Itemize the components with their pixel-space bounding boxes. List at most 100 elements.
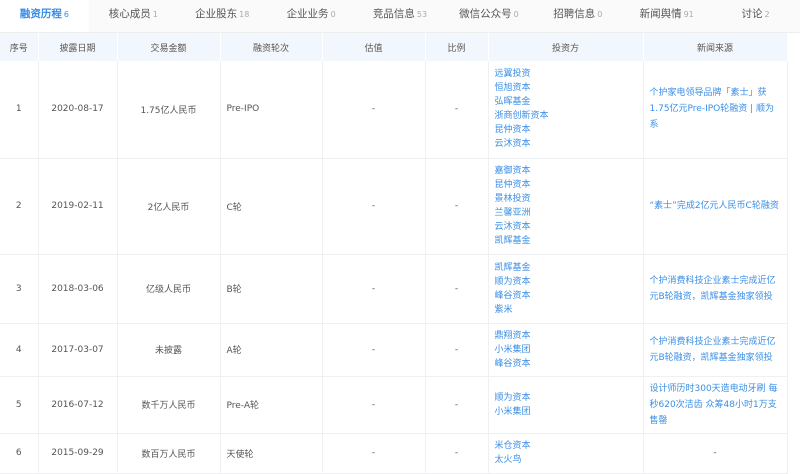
tab-label: 讨论	[741, 8, 763, 20]
investor-link[interactable]: 兰馨亚洲	[495, 206, 637, 220]
investor-link[interactable]: 太火鸟	[495, 453, 637, 467]
column-header: 新闻来源	[643, 33, 788, 61]
tab-label: 融资历程	[19, 8, 62, 20]
investor-link[interactable]: 小米集团	[495, 405, 637, 419]
news-source: “素士”完成2亿元人民币C轮融资	[643, 158, 788, 255]
investor-link[interactable]: 昆仲资本	[495, 123, 637, 137]
disclosure-date: 2019-02-11	[38, 158, 118, 255]
news-source: 设计师历时300天造电动牙刷 每秒620次洁齿 众筹48小时1万支售罄	[643, 376, 788, 434]
investor-link[interactable]: 米仓资本	[495, 439, 637, 453]
funding-round: 天使轮	[220, 433, 323, 474]
ratio: -	[425, 433, 489, 474]
news-source: 个护家电领导品牌「素士」获1.75亿元Pre-IPO轮融资 | 顺为系	[643, 61, 788, 159]
column-header: 融资轮次	[220, 33, 323, 61]
table-row: 2 2019-02-11 2亿人民币 C轮 - - 嘉御资本 昆仲资本 景林投资 兰馨…	[0, 158, 788, 255]
investors-cell: 嘉御资本 昆仲资本 景林投资 兰馨亚洲 云沐资本 凯辉基金	[488, 158, 644, 255]
funding-round: Pre-IPO	[220, 61, 323, 159]
tab-count: 18	[239, 10, 250, 19]
table-row: 5 2016-07-12 数千万人民币 Pre-A轮 - - 顺为资本 小米集团 …	[0, 376, 788, 434]
valuation: -	[322, 323, 426, 377]
table-row: 6 2015-09-29 数百万人民币 天使轮 - - 米仓资本 太火鸟 -	[0, 433, 788, 474]
investors-cell: 顺为资本 小米集团	[488, 376, 644, 434]
tab-2[interactable]: 核心成员 1	[89, 0, 178, 32]
row-number: 1	[0, 61, 39, 159]
valuation: -	[322, 61, 426, 159]
valuation: -	[322, 376, 426, 434]
row-number: 6	[0, 433, 39, 474]
investor-link[interactable]: 顺为资本	[495, 275, 637, 289]
table-row: 4 2017-03-07 未披露 A轮 - - 鼎翔资本 小米集团 峰谷资本 个护消…	[0, 323, 788, 377]
tab-8[interactable]: 新闻舆情 91	[622, 0, 711, 32]
investor-link[interactable]: 昆仲资本	[495, 178, 637, 192]
tab-count: 91	[683, 10, 694, 19]
row-number: 4	[0, 323, 39, 377]
news-link[interactable]: 设计师历时300天造电动牙刷 每秒620次洁齿 众筹48小时1万支售罄	[650, 384, 778, 426]
deal-amount: 数千万人民币	[117, 376, 221, 434]
investor-link[interactable]: 紫米	[495, 303, 637, 317]
row-number: 3	[0, 254, 39, 324]
news-source: 个护消费科技企业素士完成近亿元B轮融资，凯辉基金独家领投	[643, 323, 788, 377]
funding-round: B轮	[220, 254, 323, 324]
investor-link[interactable]: 景林投资	[495, 192, 637, 206]
tab-count: 53	[416, 10, 428, 19]
investor-link[interactable]: 恒旭资本	[495, 81, 637, 95]
investor-link[interactable]: 峰谷资本	[495, 289, 637, 303]
news-link[interactable]: 个护消费科技企业素士完成近亿元B轮融资，凯辉基金独家领投	[650, 337, 776, 363]
tab-5[interactable]: 竞品信息 53	[356, 0, 445, 32]
investor-link[interactable]: 远翼投资	[495, 67, 637, 81]
tab-4[interactable]: 企业业务 0	[267, 0, 356, 32]
tab-count: 0	[597, 10, 603, 19]
investor-link[interactable]: 云沐资本	[495, 137, 637, 151]
deal-amount: 数百万人民币	[117, 433, 221, 474]
investor-link[interactable]: 嘉御资本	[495, 164, 637, 178]
investor-link[interactable]: 峰谷资本	[495, 357, 637, 371]
valuation: -	[322, 433, 426, 474]
tab-7[interactable]: 招聘信息 0	[533, 0, 622, 32]
tab-label: 企业股东	[195, 8, 238, 20]
investors-cell: 米仓资本 太火鸟	[488, 433, 644, 474]
deal-amount: 亿级人民币	[117, 254, 221, 324]
valuation: -	[322, 254, 426, 324]
investors-cell: 鼎翔资本 小米集团 峰谷资本	[488, 323, 644, 377]
funding-round: Pre-A轮	[220, 376, 323, 434]
tab-label: 新闻舆情	[639, 8, 682, 20]
investor-link[interactable]: 弘晖基金	[495, 95, 637, 109]
tab-count: 0	[513, 10, 519, 19]
tab-label: 微信公众号	[459, 8, 512, 20]
news-link[interactable]: “素士”完成2亿元人民币C轮融资	[650, 201, 779, 211]
column-header: 披露日期	[38, 33, 118, 61]
investor-link[interactable]: 小米集团	[495, 343, 637, 357]
investor-link[interactable]: 浙商创新资本	[495, 109, 637, 123]
tab-3[interactable]: 企业股东 18	[178, 0, 267, 32]
tab-bar: 融资历程 6 核心成员 1 企业股东 18 企业业务 0 竞品信息 53 微信公众号 0 招聘信息 0 新闻…	[0, 0, 800, 33]
tab-count: 0	[330, 10, 336, 19]
tab-label: 企业业务	[286, 8, 329, 20]
news-source: 个护消费科技企业素士完成近亿元B轮融资，凯辉基金独家领投	[643, 254, 788, 324]
tab-label: 竞品信息	[372, 8, 415, 20]
investor-link[interactable]: 鼎翔资本	[495, 329, 637, 343]
tab-9[interactable]: 讨论 2	[711, 0, 800, 32]
tab-count: 1	[152, 10, 158, 19]
investor-link[interactable]: 凯辉基金	[495, 261, 637, 275]
column-header: 交易金额	[117, 33, 221, 61]
news-link[interactable]: 个护消费科技企业素士完成近亿元B轮融资，凯辉基金独家领投	[650, 276, 776, 302]
news-link[interactable]: 个护家电领导品牌「素士」获1.75亿元Pre-IPO轮融资 | 顺为系	[650, 88, 775, 130]
investors-cell: 远翼投资 恒旭资本 弘晖基金 浙商创新资本 昆仲资本 云沐资本	[488, 61, 644, 159]
tab-1[interactable]: 融资历程 6	[0, 0, 89, 32]
ratio: -	[425, 323, 489, 377]
deal-amount: 1.75亿人民币	[117, 61, 221, 159]
news-link: -	[713, 448, 717, 458]
investor-link[interactable]: 顺为资本	[495, 391, 637, 405]
funding-round: C轮	[220, 158, 323, 255]
investor-link[interactable]: 云沐资本	[495, 220, 637, 234]
column-header: 估值	[322, 33, 426, 61]
tab-6[interactable]: 微信公众号 0	[444, 0, 533, 32]
funding-round: A轮	[220, 323, 323, 377]
ratio: -	[425, 254, 489, 324]
investor-link[interactable]: 凯辉基金	[495, 234, 637, 248]
ratio: -	[425, 376, 489, 434]
tab-count: 2	[764, 10, 770, 19]
deal-amount: 2亿人民币	[117, 158, 221, 255]
ratio: -	[425, 158, 489, 255]
column-header: 序号	[0, 33, 39, 61]
